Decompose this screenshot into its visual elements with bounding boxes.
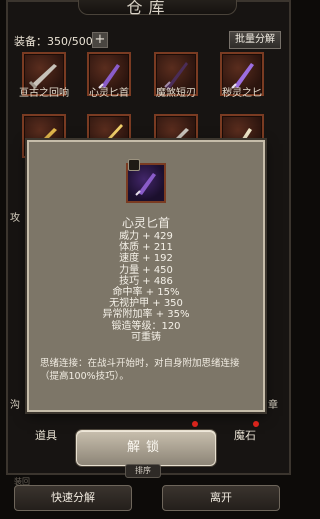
unlock-button[interactable]: 解锁 bbox=[76, 430, 216, 466]
tab-magic-stones[interactable]: 魔石 bbox=[217, 424, 273, 448]
stat-line: 无视护甲 + 350 bbox=[109, 298, 183, 310]
stat-line: 速度 + 192 bbox=[119, 253, 173, 265]
skill-description: 思绪连接：在战斗开始时，对自身附加思绪连接（提高100%技巧）。 bbox=[40, 358, 240, 382]
stat-line: 技巧 + 486 bbox=[119, 275, 173, 287]
side-char-right: 章 bbox=[268, 400, 278, 411]
notification-dot bbox=[253, 421, 259, 427]
item-tooltip: 心灵匕首 威力 + 429 体质 + 211 速度 + 192 力量 + 450… bbox=[27, 140, 265, 412]
stat-line: 异常附加率 + 35% bbox=[102, 309, 190, 321]
notification-dot bbox=[192, 421, 198, 427]
batch-decompose-button[interactable]: 批量分解 bbox=[229, 31, 281, 49]
toolbar: 装备：350/500 + 批量分解 bbox=[14, 31, 281, 51]
capacity-text: 装备：350/500 bbox=[14, 35, 93, 48]
tab-items[interactable]: 道具 bbox=[18, 424, 74, 448]
stat-list: 威力 + 429 体质 + 211 速度 + 192 力量 + 450 技巧 +… bbox=[29, 231, 263, 343]
stat-line: 可重铸 bbox=[131, 331, 161, 343]
sort-button[interactable]: 排序 bbox=[125, 464, 161, 478]
add-capacity-button[interactable]: + bbox=[92, 32, 108, 48]
tooltip-item-name: 心灵匕首 bbox=[121, 216, 170, 230]
item-label-3: 魔煞短刃 bbox=[156, 88, 196, 99]
lock-badge-icon bbox=[128, 159, 140, 171]
quick-decompose-button[interactable]: 快速分解 bbox=[14, 485, 132, 511]
side-char-left2: 沟 bbox=[10, 400, 20, 411]
side-char-left: 攻 bbox=[10, 213, 20, 224]
stat-line: 体质 + 211 bbox=[119, 242, 173, 254]
page-title: 仓库 bbox=[126, 0, 171, 17]
item-label-2: 心灵匕首 bbox=[89, 88, 129, 99]
stat-line: 威力 + 429 bbox=[119, 231, 173, 242]
stat-line: 锻造等级：120 bbox=[111, 320, 181, 332]
stat-line: 命中率 + 15% bbox=[112, 286, 180, 298]
item-label-1: 亘古之回响 bbox=[19, 88, 69, 99]
stat-line: 力量 + 450 bbox=[119, 264, 173, 276]
leave-button[interactable]: 离开 bbox=[162, 485, 280, 511]
item-label-4: 秽灵之匕 bbox=[222, 88, 262, 99]
